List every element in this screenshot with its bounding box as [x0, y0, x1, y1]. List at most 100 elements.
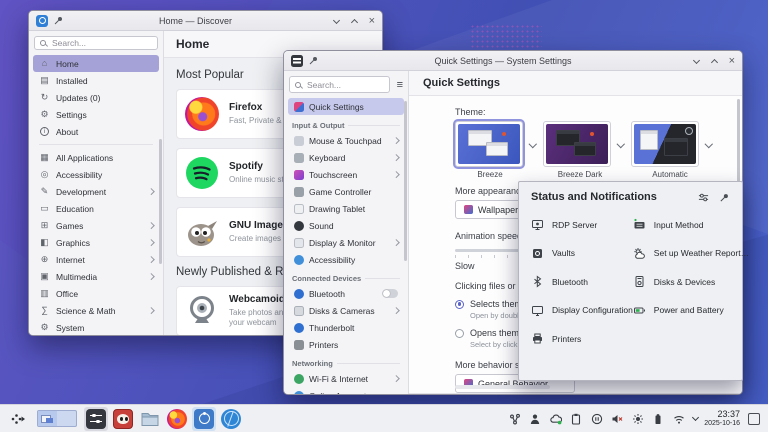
configure-sliders-icon[interactable] — [698, 192, 709, 203]
discover-titlebar[interactable]: Home — Discover × — [29, 11, 382, 31]
sidebar-item-touchscreen[interactable]: Touchscreen — [288, 166, 404, 183]
tray-expand-chevron-icon[interactable] — [692, 414, 699, 421]
popup-item-rdp-server[interactable]: RDP Server — [531, 217, 633, 232]
taskbar-item-globe-app[interactable] — [219, 407, 243, 431]
sidebar-item-bluetooth[interactable]: Bluetooth — [288, 285, 404, 302]
sidebar-item-printers[interactable]: Printers — [288, 336, 404, 353]
search-input[interactable] — [305, 79, 384, 91]
category-item-science-math[interactable]: ∑ Science & Math — [33, 302, 159, 319]
taskbar-item-discover[interactable] — [192, 407, 216, 431]
weather-cloud-icon[interactable] — [550, 413, 562, 425]
taskbar-item-dolphin[interactable] — [138, 407, 162, 431]
sidebar-item-game-controller[interactable]: Game Controller — [288, 183, 404, 200]
clipboard-icon[interactable] — [570, 413, 582, 425]
show-desktop-button[interactable] — [748, 413, 760, 425]
firefox-icon — [185, 97, 219, 131]
virtual-desktop-pager[interactable] — [37, 410, 77, 427]
category-item-system[interactable]: ⚙ System — [33, 319, 159, 336]
sidebar-item-online-accounts[interactable]: Online Accounts — [288, 387, 404, 395]
category-item-multimedia[interactable]: ▣ Multimedia — [33, 268, 159, 285]
settings-titlebar[interactable]: Quick Settings — System Settings × — [284, 51, 742, 71]
sidebar-item-disks-cameras[interactable]: Disks & Cameras — [288, 302, 404, 319]
close-button[interactable]: × — [729, 57, 735, 65]
volume-muted-icon[interactable] — [611, 413, 623, 425]
science-icon: ∑ — [39, 305, 50, 316]
category-item-internet[interactable]: ⊕ Internet — [33, 251, 159, 268]
webcamoid-icon — [185, 294, 219, 328]
media-pause-icon[interactable] — [591, 413, 603, 425]
category-item-accessibility[interactable]: ◎ Accessibility — [33, 166, 159, 183]
updates-icon: ↻ — [39, 92, 50, 103]
popup-item-display-configuration[interactable]: Display Configuration — [531, 303, 633, 318]
popup-item-weather[interactable]: Set up Weather Report… — [633, 246, 733, 261]
rdp-tray-icon[interactable] — [509, 413, 521, 425]
popup-item-bluetooth[interactable]: Bluetooth — [531, 274, 633, 289]
maximize-button[interactable] — [351, 17, 359, 25]
popup-item-power-battery[interactable]: Power and Battery — [633, 303, 733, 318]
user-switcher-icon[interactable] — [529, 413, 541, 425]
sidebar-item-display-monitor[interactable]: Display & Monitor — [288, 234, 404, 251]
pager-desktop-2[interactable] — [57, 411, 76, 426]
category-item-games[interactable]: ⊞ Games — [33, 217, 159, 234]
sidebar-item-sound[interactable]: Sound — [288, 217, 404, 234]
taskbar-item-red-app[interactable] — [111, 407, 135, 431]
taskbar-item-firefox[interactable] — [165, 407, 189, 431]
discover-search-field[interactable] — [34, 36, 158, 50]
category-label: Games — [56, 221, 83, 231]
category-item-graphics[interactable]: ◧ Graphics — [33, 234, 159, 251]
clock-widget[interactable]: 23:37 2025-10-16 — [704, 409, 740, 427]
monitor-icon — [294, 238, 304, 248]
maximize-button[interactable] — [711, 57, 719, 65]
popup-item-vaults[interactable]: Vaults — [531, 246, 633, 261]
sidebar-item-settings[interactable]: ⚙ Settings — [33, 106, 159, 123]
popup-item-printers[interactable]: Printers — [531, 331, 633, 346]
app-launcher-button[interactable] — [6, 407, 30, 431]
popup-item-label: Vaults — [552, 248, 575, 258]
popup-item-disks-devices[interactable]: Disks & Devices — [633, 274, 733, 289]
minimize-button[interactable] — [333, 17, 341, 25]
sidebar-item-drawing-tablet[interactable]: Drawing Tablet — [288, 200, 404, 217]
popup-item-input-method[interactable]: Input Method — [633, 217, 733, 232]
minimize-button[interactable] — [693, 57, 701, 65]
chevron-right-icon — [148, 256, 154, 262]
sidebar-item-mouse-touchpad[interactable]: Mouse & Touchpad — [288, 132, 404, 149]
hamburger-menu-icon[interactable]: ≡ — [397, 79, 403, 91]
sidebar-item-label: Accessibility — [309, 255, 355, 265]
category-item-office[interactable]: ▥ Office — [33, 285, 159, 302]
sidebar-item-installed[interactable]: ▤ Installed — [33, 72, 159, 89]
taskbar-item-system-settings[interactable] — [84, 407, 108, 431]
category-item-all-applications[interactable]: ▦ All Applications — [33, 149, 159, 166]
theme-options-chevron-icon[interactable] — [615, 130, 627, 158]
sidebar-item-about[interactable]: i About — [33, 123, 159, 140]
sidebar-item-quick-settings[interactable]: Quick Settings — [288, 98, 404, 115]
sidebar-item-accessibility[interactable]: Accessibility — [288, 251, 404, 268]
theme-options-chevron-icon[interactable] — [527, 130, 539, 158]
pin-icon[interactable] — [719, 192, 730, 203]
theme-options-chevron-icon[interactable] — [703, 130, 715, 158]
category-item-education[interactable]: ▭ Education — [33, 200, 159, 217]
sidebar-item-label: About — [56, 127, 78, 137]
category-label: Development — [56, 187, 106, 197]
sidebar-scrollbar[interactable] — [404, 101, 407, 261]
rdp-server-icon — [531, 218, 544, 231]
sidebar-item-updates[interactable]: ↻ Updates (0) — [33, 89, 159, 106]
bluetooth-toggle[interactable] — [382, 289, 398, 298]
theme-thumbnail-automatic[interactable] — [631, 121, 699, 167]
close-button[interactable]: × — [369, 17, 375, 25]
battery-tray-icon[interactable] — [652, 413, 664, 425]
settings-search-field[interactable] — [289, 76, 390, 93]
search-input[interactable] — [50, 37, 152, 49]
theme-thumbnail-breeze[interactable] — [455, 121, 523, 167]
section-header: Networking — [292, 359, 400, 368]
theme-thumbnail-breeze-dark[interactable] — [543, 121, 611, 167]
brightness-icon[interactable] — [632, 413, 644, 425]
sidebar-item-keyboard[interactable]: Keyboard — [288, 149, 404, 166]
sidebar-item-home[interactable]: ⌂ Home — [33, 55, 159, 72]
sidebar-scrollbar[interactable] — [159, 139, 162, 264]
sidebar-item-wifi-internet[interactable]: Wi-Fi & Internet — [288, 370, 404, 387]
pager-desktop-1[interactable] — [38, 411, 57, 426]
globe-app-icon — [221, 409, 241, 429]
category-item-development[interactable]: ✎ Development — [33, 183, 159, 200]
wifi-icon[interactable] — [673, 413, 685, 425]
sidebar-item-thunderbolt[interactable]: Thunderbolt — [288, 319, 404, 336]
